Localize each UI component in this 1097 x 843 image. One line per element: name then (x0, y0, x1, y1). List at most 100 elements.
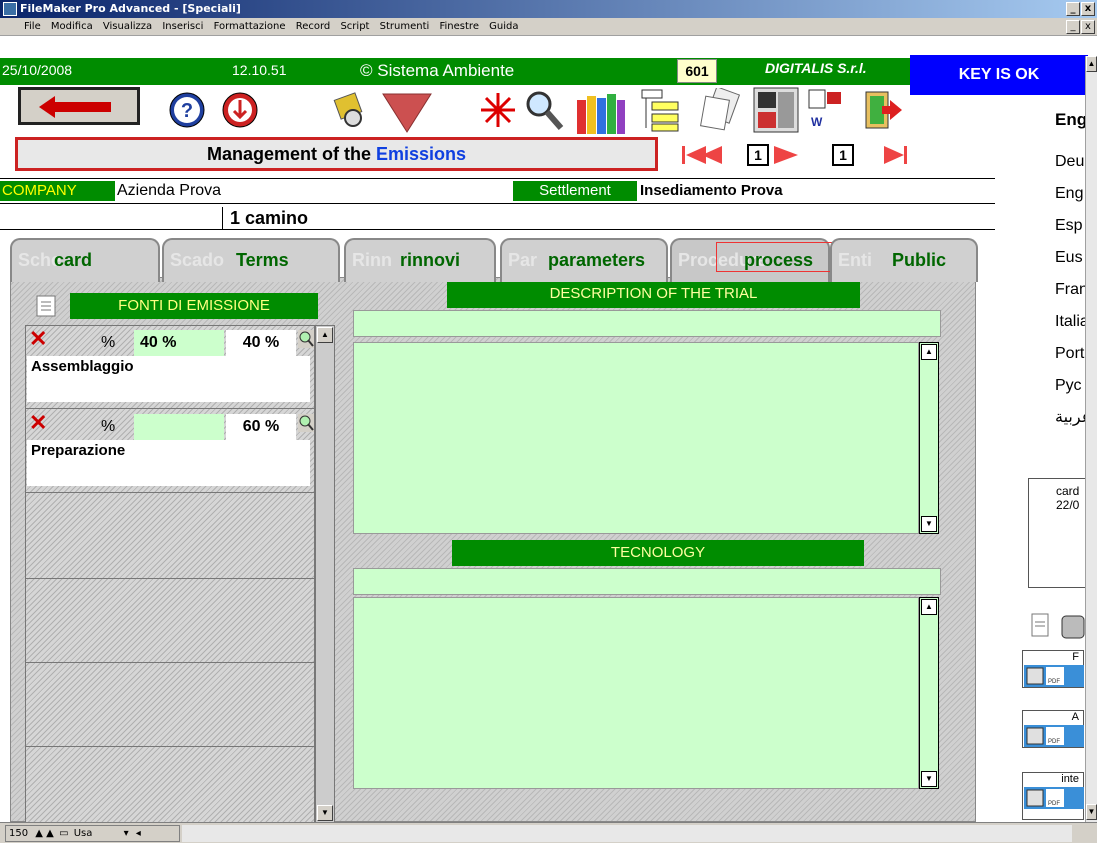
sources-list: ✕ % 40 % 40 % Assemblaggio ✕ % 60 % Prep… (25, 325, 316, 823)
tab-rinnovi[interactable]: Rinn rinnovi (344, 238, 496, 282)
scroll-left-icon[interactable]: ◂ (136, 828, 141, 839)
minimize-button[interactable]: _ (1066, 2, 1080, 16)
delete-icon[interactable]: ✕ (29, 412, 47, 434)
percent-field-1[interactable]: 40 % (134, 330, 224, 356)
scroll-down-icon[interactable]: ▼ (1086, 804, 1097, 820)
list-item: ✕ % 60 % Preparazione (26, 410, 314, 490)
print-box-1: F PDF (1022, 650, 1084, 688)
percent-field-2[interactable]: 40 % (226, 330, 296, 356)
menu-record[interactable]: Record (296, 21, 331, 32)
scroll-up-icon[interactable]: ▲ (921, 599, 937, 615)
print-box-2: A PDF (1022, 710, 1084, 748)
list-icon[interactable] (33, 293, 59, 319)
doc-minimize-button[interactable]: _ (1066, 20, 1080, 34)
stack-row: 1 camino (0, 207, 995, 230)
scroll-down-icon[interactable]: ▼ (921, 516, 937, 532)
percent-field-1[interactable] (134, 414, 224, 440)
next-record-icon[interactable] (772, 142, 802, 168)
mode-dropdown-icon[interactable]: ▾ (124, 828, 129, 839)
status-toggle-icon[interactable]: ▭ (59, 828, 68, 839)
tab-terms[interactable]: Scado Terms (162, 238, 340, 282)
magnifier-icon[interactable] (298, 414, 314, 432)
menu-formattazione[interactable]: Formattazione (214, 21, 286, 32)
mode-selector[interactable]: Usa (74, 828, 93, 839)
close-button[interactable]: x (1081, 2, 1095, 16)
current-record[interactable]: 1 (747, 144, 769, 166)
documents-icon[interactable] (697, 88, 741, 132)
download-icon[interactable] (218, 90, 262, 130)
menu-bar: File Modifica Visualizza Inserisci Forma… (0, 18, 1097, 36)
zoom-level[interactable]: 150 (9, 828, 28, 839)
back-button[interactable] (18, 87, 140, 125)
settlement-field[interactable]: Insediamento Prova (640, 181, 783, 201)
asterisk-icon[interactable] (478, 90, 518, 130)
window-vscrollbar[interactable]: ▲ ▼ (1085, 56, 1097, 822)
books-icon[interactable] (575, 86, 627, 134)
export-icon[interactable]: W (803, 88, 847, 132)
menu-file[interactable]: File (24, 21, 41, 32)
source-name-field[interactable]: Preparazione (27, 440, 310, 486)
print-icon[interactable]: PDF (1024, 665, 1084, 687)
menu-guida[interactable]: Guida (489, 21, 518, 32)
delete-icon[interactable]: ✕ (29, 328, 47, 350)
menu-strumenti[interactable]: Strumenti (380, 21, 430, 32)
settlement-label: Settlement (513, 181, 637, 201)
technology-text-area[interactable] (353, 597, 919, 789)
menu-visualizza[interactable]: Visualizza (103, 21, 152, 32)
scroll-down-icon[interactable]: ▼ (921, 771, 937, 787)
svg-text:PDF: PDF (1048, 739, 1060, 745)
tab-card[interactable]: Sche card (10, 238, 160, 282)
lang-current[interactable]: Eng (1055, 110, 1087, 130)
page-icon[interactable] (1030, 612, 1088, 642)
sources-scrollbar[interactable]: ▲ ▼ (315, 325, 335, 823)
source-name-field[interactable]: Assemblaggio (27, 356, 310, 402)
sources-header: FONTI DI EMISSIONE (70, 293, 318, 319)
card-info-box: card 22/0 (1028, 478, 1088, 588)
description-title-field[interactable] (353, 310, 941, 337)
percent-field-2[interactable]: 60 % (226, 414, 296, 440)
app-name: © Sistema Ambiente (360, 61, 515, 80)
window-title: FileMaker Pro Advanced - [Speciali] (20, 2, 241, 15)
percent-label: % (101, 418, 116, 435)
window-hscrollbar[interactable] (182, 825, 1072, 842)
help-icon[interactable]: ? (163, 90, 211, 130)
scroll-up-icon[interactable]: ▲ (921, 344, 937, 360)
key-status: KEY IS OK (910, 55, 1088, 95)
print-icon[interactable]: PDF (1024, 725, 1084, 747)
description-scrollbar[interactable]: ▲ ▼ (919, 342, 939, 534)
scroll-up-icon[interactable]: ▲ (317, 327, 333, 343)
filter-icon[interactable] (333, 88, 433, 134)
page-title: Management of the Emissions (15, 137, 658, 171)
technology-title-field[interactable] (353, 568, 941, 595)
page-title-highlight: Emissions (375, 144, 467, 164)
company-label: COMPANY (0, 181, 115, 201)
tab-public[interactable]: Enti Public (830, 238, 978, 282)
technology-header: TECNOLOGY (452, 540, 864, 566)
first-record-icon[interactable] (680, 142, 724, 168)
search-icon[interactable] (523, 88, 565, 132)
company-field[interactable]: Azienda Prova (117, 181, 221, 201)
magnifier-icon[interactable] (298, 330, 314, 348)
scroll-up-icon[interactable]: ▲ (1086, 56, 1097, 72)
last-record-icon[interactable] (882, 142, 912, 168)
description-text-area[interactable] (353, 342, 919, 534)
doc-close-button[interactable]: x (1081, 20, 1095, 34)
total-records: 1 (832, 144, 854, 166)
stack-field[interactable]: 1 camino (230, 208, 308, 229)
svg-text:PDF: PDF (1048, 801, 1060, 807)
exit-door-icon[interactable] (864, 90, 904, 130)
zoom-in-icon[interactable]: ▲ (46, 828, 54, 839)
list-tree-icon[interactable] (638, 88, 682, 132)
print-icon[interactable]: PDF (1024, 787, 1084, 809)
print-box-3: inte PDF (1022, 772, 1084, 820)
menu-script[interactable]: Script (340, 21, 369, 32)
tab-parameters[interactable]: Par parameters (500, 238, 668, 282)
menu-modifica[interactable]: Modifica (51, 21, 93, 32)
window-titlebar: FileMaker Pro Advanced - [Speciali] _ x (0, 0, 1097, 18)
technology-scrollbar[interactable]: ▲ ▼ (919, 597, 939, 789)
ledger-icon[interactable] (752, 86, 800, 134)
scroll-down-icon[interactable]: ▼ (317, 805, 333, 821)
zoom-out-icon[interactable]: ▲ (35, 828, 43, 839)
menu-inserisci[interactable]: Inserisci (162, 21, 203, 32)
menu-finestre[interactable]: Finestre (440, 21, 479, 32)
